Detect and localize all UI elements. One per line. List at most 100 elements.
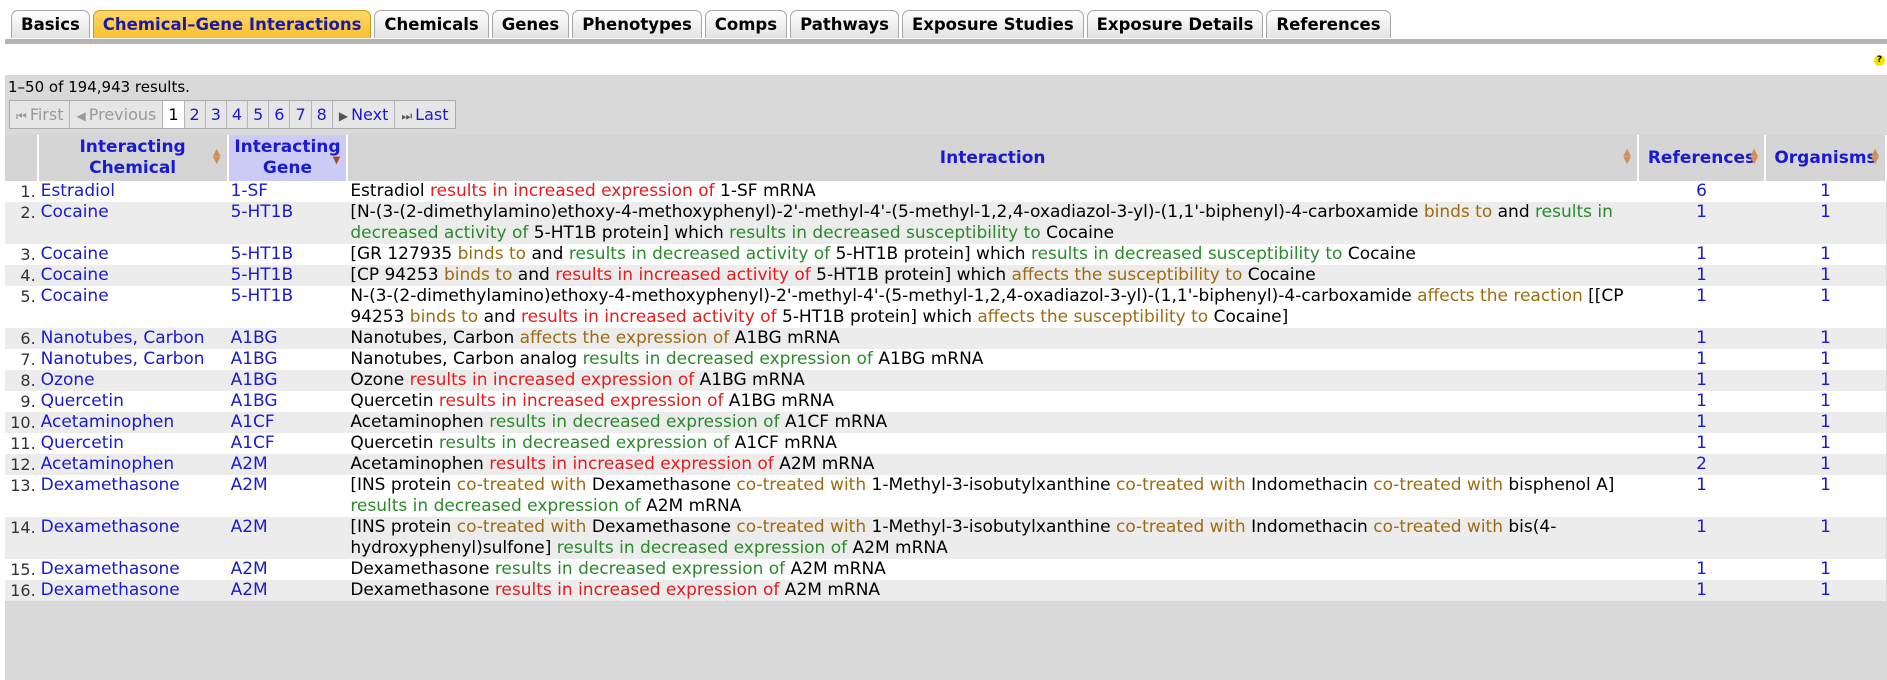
chemical-link[interactable]: Quercetin xyxy=(37,391,228,412)
tab-pathways[interactable]: Pathways xyxy=(790,10,899,38)
page-2-link[interactable]: 2 xyxy=(185,101,206,128)
organisms-count-link[interactable]: 1 xyxy=(1765,559,1886,580)
chemical-link[interactable]: Cocaine xyxy=(37,202,228,244)
gene-link[interactable]: A2M xyxy=(227,580,348,601)
references-count-link[interactable]: 1 xyxy=(1638,391,1765,412)
chemical-link[interactable]: Acetaminophen xyxy=(37,412,228,433)
interaction-action: affects the susceptibility to xyxy=(1011,265,1243,285)
chemical-link[interactable]: Dexamethasone xyxy=(37,559,228,580)
organisms-count-link[interactable]: 1 xyxy=(1765,517,1886,559)
chemical-link[interactable]: Dexamethasone xyxy=(37,580,228,601)
page-5-link[interactable]: 5 xyxy=(248,101,270,128)
gene-column-header[interactable]: Interacting Gene ▼ xyxy=(227,135,349,181)
organisms-count-link[interactable]: 1 xyxy=(1765,454,1886,475)
next-page-button[interactable]: ▶ Next xyxy=(333,101,396,128)
interaction-action: affects the reaction xyxy=(1417,286,1583,306)
gene-link[interactable]: A1BG xyxy=(227,370,348,391)
gene-link[interactable]: A2M xyxy=(227,559,348,580)
gene-link[interactable]: A1CF xyxy=(227,433,348,454)
gene-link[interactable]: A2M xyxy=(227,475,348,517)
page-7-link[interactable]: 7 xyxy=(290,101,312,128)
page-1-link[interactable]: 1 xyxy=(163,101,185,128)
gene-link[interactable]: A1BG xyxy=(227,391,348,412)
page-4-link[interactable]: 4 xyxy=(227,101,249,128)
chemical-link[interactable]: Ozone xyxy=(37,370,228,391)
references-count-link[interactable]: 1 xyxy=(1638,244,1765,265)
gene-link[interactable]: A2M xyxy=(227,517,348,559)
tab-genes[interactable]: Genes xyxy=(491,10,570,38)
tab-references[interactable]: References xyxy=(1266,10,1391,38)
interaction-term: Cocaine] xyxy=(1208,307,1289,327)
organisms-count-link[interactable]: 1 xyxy=(1765,433,1886,454)
references-count-link[interactable]: 1 xyxy=(1638,265,1765,286)
organisms-count-link[interactable]: 1 xyxy=(1765,412,1886,433)
previous-page-button[interactable]: ◀ Previous xyxy=(70,101,164,128)
gene-link[interactable]: 5-HT1B xyxy=(227,286,348,328)
organisms-count-link[interactable]: 1 xyxy=(1765,391,1886,412)
interaction-column-header[interactable]: Interaction ▲ ▼ xyxy=(347,135,1639,181)
organisms-count-link[interactable]: 1 xyxy=(1765,202,1886,244)
chemical-link[interactable]: Nanotubes, Carbon xyxy=(37,328,228,349)
page-3-link[interactable]: 3 xyxy=(206,101,227,128)
organisms-count-link[interactable]: 1 xyxy=(1765,328,1886,349)
organisms-column-header[interactable]: Organisms ▲ ▼ xyxy=(1765,135,1887,181)
page-6-link[interactable]: 6 xyxy=(269,101,291,128)
help-icon[interactable]: ? xyxy=(1874,55,1885,66)
chemical-link[interactable]: Cocaine xyxy=(37,265,228,286)
organisms-count-link[interactable]: 1 xyxy=(1765,370,1886,391)
organisms-count-link[interactable]: 1 xyxy=(1765,265,1886,286)
references-column-header[interactable]: References ▲ ▼ xyxy=(1638,135,1766,181)
organisms-count-link[interactable]: 1 xyxy=(1765,181,1886,202)
references-count-link[interactable]: 1 xyxy=(1638,580,1765,601)
tab-chemicals[interactable]: Chemicals xyxy=(374,10,489,38)
last-page-button[interactable]: ⏭ Last xyxy=(395,101,454,128)
interaction-text: Quercetin results in decreased expressio… xyxy=(347,433,1638,454)
gene-link[interactable]: 1-SF xyxy=(227,181,348,202)
organisms-count-link[interactable]: 1 xyxy=(1765,244,1886,265)
gene-link[interactable]: 5-HT1B xyxy=(227,265,348,286)
gene-link[interactable]: 5-HT1B xyxy=(227,244,348,265)
chemical-column-header[interactable]: Interacting Chemical ▲ ▼ xyxy=(37,135,229,181)
sort-arrows-icon: ▲ ▼ xyxy=(1623,147,1631,166)
chemical-link[interactable]: Quercetin xyxy=(37,433,228,454)
chemical-link[interactable]: Dexamethasone xyxy=(37,517,228,559)
references-count-link[interactable]: 1 xyxy=(1638,433,1765,454)
sort-arrows-icon: ▲ ▼ xyxy=(212,147,221,166)
tab-exposure-details[interactable]: Exposure Details xyxy=(1086,10,1264,38)
tab-comps[interactable]: Comps xyxy=(704,10,788,38)
tab-chemical-gene-interactions[interactable]: Chemical–Gene Interactions xyxy=(92,10,372,38)
references-count-link[interactable]: 1 xyxy=(1638,286,1765,328)
gene-link[interactable]: 5-HT1B xyxy=(227,202,348,244)
tab-basics[interactable]: Basics xyxy=(11,10,90,38)
page-8-link[interactable]: 8 xyxy=(312,101,333,128)
references-count-link[interactable]: 2 xyxy=(1638,454,1765,475)
interaction-action: binds to xyxy=(457,244,527,264)
references-count-link[interactable]: 6 xyxy=(1638,181,1765,202)
gene-link[interactable]: A1CF xyxy=(227,412,348,433)
chemical-link[interactable]: Acetaminophen xyxy=(37,454,228,475)
interaction-action: results in decreased susceptibility to xyxy=(729,223,1041,243)
first-page-button[interactable]: ⏮ First xyxy=(10,101,71,128)
references-count-link[interactable]: 1 xyxy=(1638,370,1765,391)
chemical-link[interactable]: Cocaine xyxy=(37,244,228,265)
gene-link[interactable]: A1BG xyxy=(227,349,348,370)
chemical-link[interactable]: Estradiol xyxy=(37,181,228,202)
references-count-link[interactable]: 1 xyxy=(1638,328,1765,349)
tab-exposure-studies[interactable]: Exposure Studies xyxy=(901,10,1084,38)
references-count-link[interactable]: 1 xyxy=(1638,349,1765,370)
gene-link[interactable]: A2M xyxy=(227,454,348,475)
chemical-link[interactable]: Nanotubes, Carbon xyxy=(37,349,228,370)
organisms-count-link[interactable]: 1 xyxy=(1765,580,1886,601)
chemical-link[interactable]: Cocaine xyxy=(37,286,228,328)
organisms-count-link[interactable]: 1 xyxy=(1765,286,1886,328)
organisms-count-link[interactable]: 1 xyxy=(1765,475,1886,517)
references-count-link[interactable]: 1 xyxy=(1638,517,1765,559)
references-count-link[interactable]: 1 xyxy=(1638,559,1765,580)
organisms-count-link[interactable]: 1 xyxy=(1765,349,1886,370)
chemical-link[interactable]: Dexamethasone xyxy=(37,475,228,517)
references-count-link[interactable]: 1 xyxy=(1638,475,1765,517)
references-count-link[interactable]: 1 xyxy=(1638,202,1765,244)
gene-link[interactable]: A1BG xyxy=(227,328,348,349)
tab-phenotypes[interactable]: Phenotypes xyxy=(572,10,702,38)
references-count-link[interactable]: 1 xyxy=(1638,412,1765,433)
